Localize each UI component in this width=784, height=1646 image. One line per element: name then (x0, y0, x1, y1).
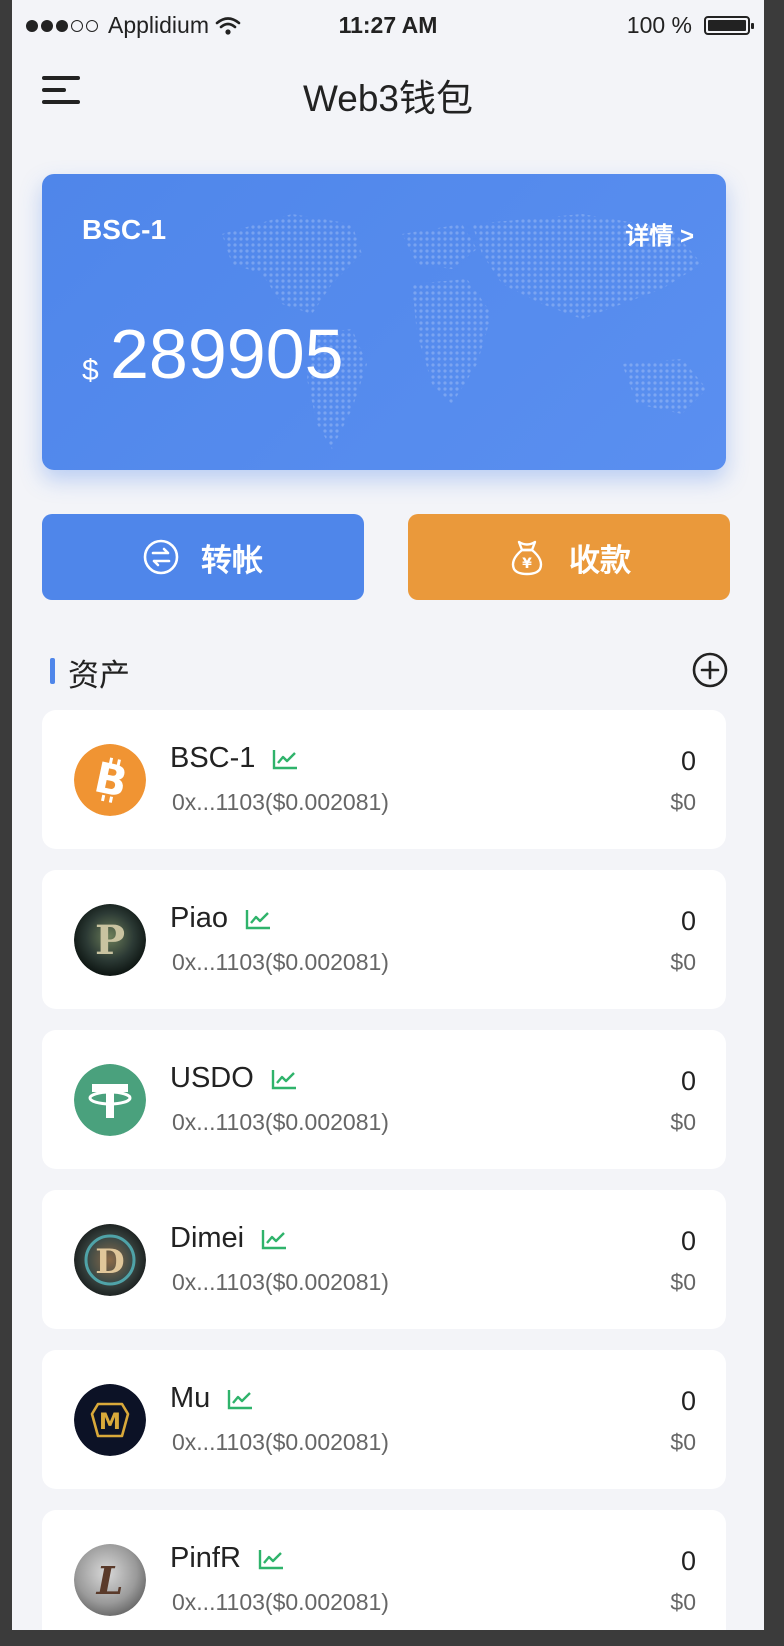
wallet-balance: 289905 (110, 315, 344, 393)
asset-name-row: PinfR (170, 1542, 285, 1575)
add-asset-icon[interactable] (692, 652, 728, 688)
assets-section-header: 资产 (42, 650, 738, 693)
transfer-icon (143, 539, 179, 575)
asset-value: $0 (670, 1429, 696, 1455)
transfer-label: 转帐 (201, 542, 263, 578)
battery-icon (704, 16, 754, 35)
mu-token-icon: M (74, 1384, 146, 1456)
wallet-detail-link[interactable]: 详情 > (625, 216, 694, 251)
trend-chart-icon[interactable] (271, 747, 299, 771)
nav-bar: Web3钱包 (12, 56, 764, 128)
asset-amount: 0 (680, 1546, 696, 1576)
page-title: Web3钱包 (303, 78, 473, 119)
asset-row-bsc-1[interactable]: B BSC-1 0x...1103($0.002081) 0 $0 (42, 710, 726, 849)
svg-text:D: D (95, 1242, 124, 1282)
asset-amount: 0 (680, 906, 696, 936)
asset-row-dimei[interactable]: D Dimei 0x...1103($0.002081) 0 $0 (42, 1190, 726, 1329)
asset-name-row: Dimei (170, 1222, 288, 1255)
asset-row-pinfr[interactable]: L PinfR 0x...1103($0.002081) 0 $0 (42, 1510, 726, 1630)
asset-name: PinfR (170, 1542, 241, 1574)
assets-title: 资产 (68, 658, 130, 693)
asset-amount: 0 (680, 1066, 696, 1096)
asset-name: Mu (170, 1382, 211, 1414)
status-right: 100 % (626, 12, 754, 39)
bitcoin-icon: B (74, 744, 146, 816)
asset-name-row: USDO (170, 1062, 298, 1095)
asset-amount: 0 (680, 1226, 696, 1256)
trend-chart-icon[interactable] (244, 907, 272, 931)
piao-token-icon: P (74, 904, 146, 976)
wallet-name: BSC-1 (82, 214, 167, 245)
svg-text:¥: ¥ (522, 556, 532, 572)
asset-name: BSC-1 (170, 742, 256, 774)
asset-address: 0x...1103($0.002081) (172, 1109, 389, 1135)
pinfr-token-icon: L (74, 1544, 146, 1616)
asset-name-row: Piao (170, 902, 272, 935)
asset-value: $0 (670, 1109, 696, 1135)
asset-address: 0x...1103($0.002081) (172, 1589, 389, 1615)
asset-address: 0x...1103($0.002081) (172, 789, 389, 815)
phone-screen: Applidium 11:27 AM 100 % Web3钱包 BSC-1 详情… (12, 0, 764, 1630)
svg-text:P: P (95, 917, 125, 964)
asset-address: 0x...1103($0.002081) (172, 949, 389, 975)
trend-chart-icon[interactable] (270, 1067, 298, 1091)
currency-symbol: $ (82, 354, 99, 387)
asset-amount: 0 (680, 1386, 696, 1416)
asset-value: $0 (670, 1269, 696, 1295)
battery-percent: 100 % (626, 12, 692, 38)
wallet-card[interactable]: BSC-1 详情 > $ 289905 (42, 174, 726, 470)
receive-label: 收款 (569, 542, 631, 578)
asset-value: $0 (670, 949, 696, 975)
status-bar: Applidium 11:27 AM 100 % (12, 0, 764, 48)
asset-name-row: Mu (170, 1382, 254, 1415)
asset-row-mu[interactable]: M Mu 0x...1103($0.002081) 0 $0 (42, 1350, 726, 1489)
dimei-token-icon: D (74, 1224, 146, 1296)
asset-list: B BSC-1 0x...1103($0.002081) 0 $0 P Piao… (42, 710, 726, 1630)
trend-chart-icon[interactable] (260, 1227, 288, 1251)
asset-name: USDO (170, 1062, 254, 1094)
asset-name: Dimei (170, 1222, 245, 1254)
section-accent-bar (50, 658, 55, 684)
receive-button[interactable]: ¥ 收款 (408, 514, 730, 600)
money-bag-icon: ¥ (511, 540, 543, 576)
svg-text:M: M (99, 1410, 121, 1435)
asset-name-row: BSC-1 (170, 742, 299, 775)
asset-value: $0 (670, 789, 696, 815)
trend-chart-icon[interactable] (257, 1547, 285, 1571)
asset-amount: 0 (680, 746, 696, 776)
asset-row-usdo[interactable]: USDO 0x...1103($0.002081) 0 $0 (42, 1030, 726, 1169)
trend-chart-icon[interactable] (226, 1387, 254, 1411)
asset-address: 0x...1103($0.002081) (172, 1269, 389, 1295)
svg-text:L: L (96, 1558, 124, 1603)
transfer-button[interactable]: 转帐 (42, 514, 364, 600)
asset-address: 0x...1103($0.002081) (172, 1429, 389, 1455)
asset-value: $0 (670, 1589, 696, 1615)
asset-row-piao[interactable]: P Piao 0x...1103($0.002081) 0 $0 (42, 870, 726, 1009)
tether-icon (74, 1064, 146, 1136)
asset-name: Piao (170, 902, 229, 934)
